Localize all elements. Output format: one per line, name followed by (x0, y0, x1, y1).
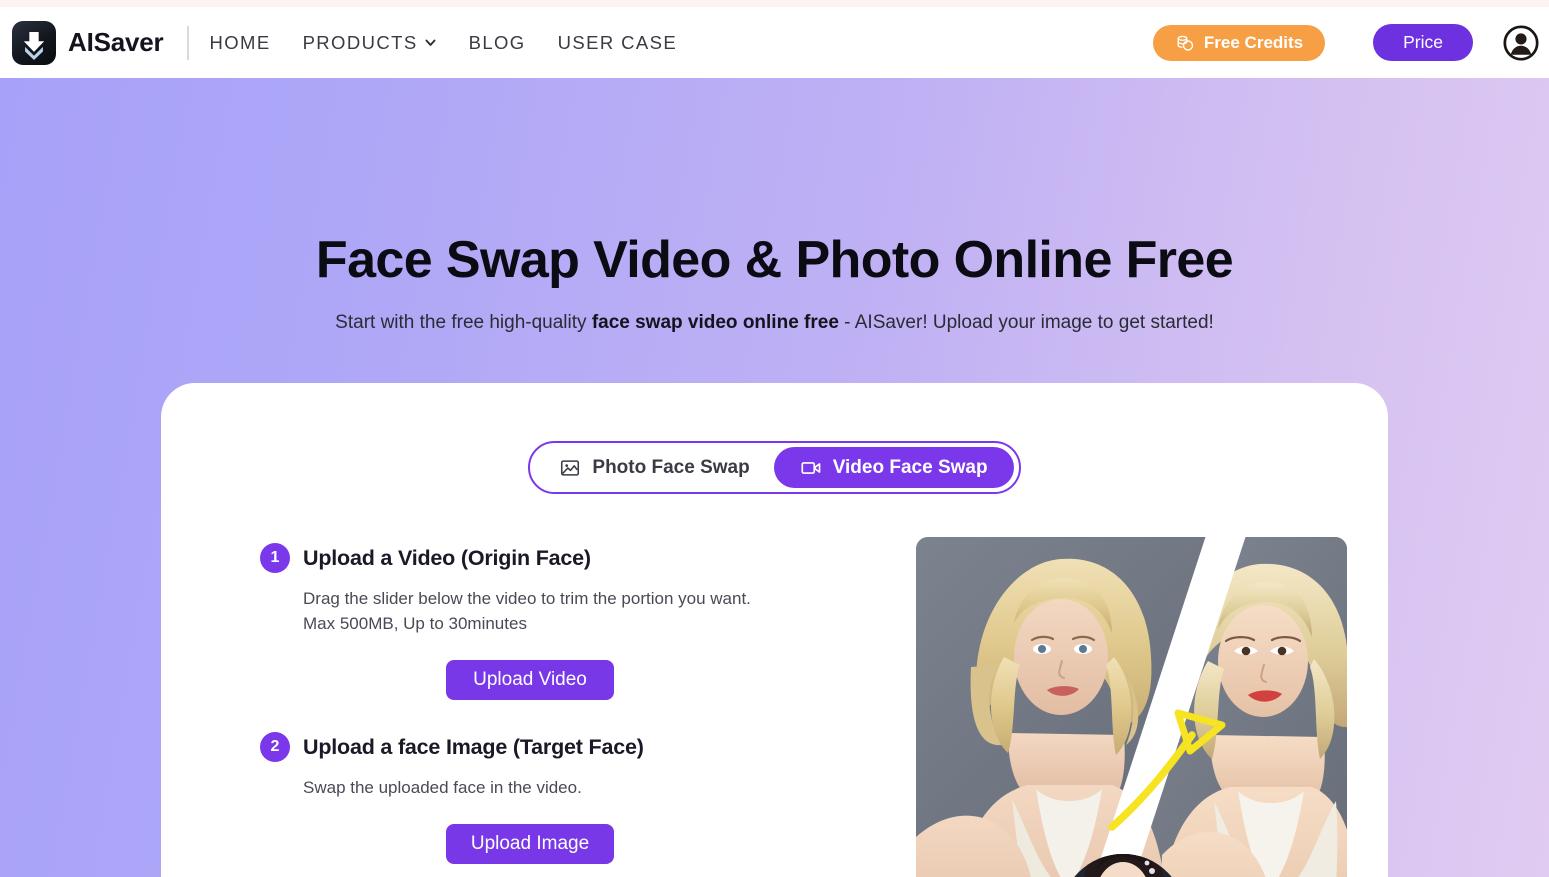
step-1-badge: 1 (260, 543, 290, 573)
brand-logo[interactable]: AISaver (12, 20, 164, 65)
chevron-down-icon (424, 36, 437, 49)
step-2-title: Upload a face Image (Target Face) (303, 734, 644, 759)
nav-item-user-case[interactable]: USER CASE (558, 32, 678, 54)
tab-label: Photo Face Swap (592, 456, 750, 478)
hero-subtitle-pre: Start with the free high-quality (335, 312, 592, 333)
price-label: Price (1403, 32, 1443, 52)
upload-video-button[interactable]: Upload Video (446, 660, 614, 701)
demo-column (821, 535, 1388, 877)
site-header: AISaver HOME PRODUCTS BLOG USER CASE Fre… (0, 7, 1549, 78)
page-root: AISaver HOME PRODUCTS BLOG USER CASE Fre… (0, 0, 1549, 877)
brand-name: AISaver (68, 27, 164, 57)
nav-item-label: BLOG (468, 31, 526, 53)
nav-item-home[interactable]: HOME (209, 32, 270, 54)
video-camera-icon (800, 457, 822, 479)
upload-image-button[interactable]: Upload Image (446, 824, 614, 865)
hero-subtitle-bold: face swap video online free (591, 312, 839, 333)
step-1-description: Drag the slider below the video to trim … (303, 586, 821, 636)
face-swap-mode-toggle: Photo Face Swap Video Face Swap (161, 441, 1388, 494)
steps-column: 1 Upload a Video (Origin Face) Drag the … (161, 535, 821, 877)
tab-label: Video Face Swap (832, 456, 988, 478)
tool-card: Photo Face Swap Video Face Swap 1 Upload… (161, 383, 1388, 877)
tab-photo-face-swap[interactable]: Photo Face Swap (535, 447, 773, 488)
free-credits-button[interactable]: Free Credits (1152, 24, 1326, 61)
header-divider (187, 25, 190, 60)
step-1-title: Upload a Video (Origin Face) (303, 545, 591, 570)
price-button[interactable]: Price (1373, 24, 1473, 61)
nav-item-label: USER CASE (557, 31, 678, 53)
step-1: 1 Upload a Video (Origin Face) Drag the … (260, 543, 821, 701)
free-credits-label: Free Credits (1203, 32, 1304, 52)
step-2: 2 Upload a face Image (Target Face) Swap… (260, 732, 821, 865)
image-icon (559, 457, 581, 479)
page-title: Face Swap Video & Photo Online Free (315, 231, 1234, 289)
nav-item-label: PRODUCTS (302, 31, 418, 53)
step-2-desc-line-1: Swap the uploaded face in the video. (303, 778, 582, 798)
header-actions: Free Credits Price (1152, 24, 1549, 61)
nav-item-label: HOME (209, 31, 271, 53)
step-1-desc-line-1: Drag the slider below the video to trim … (303, 589, 751, 608)
tab-video-face-swap[interactable]: Video Face Swap (773, 447, 1014, 488)
top-accent-strip (0, 0, 1549, 7)
step-1-header: 1 Upload a Video (Origin Face) (260, 543, 821, 573)
hero-subtitle-post: - AISaver! Upload your image to get star… (838, 312, 1214, 333)
user-avatar-icon[interactable] (1503, 24, 1539, 61)
coins-icon (1175, 33, 1195, 53)
hero-section: Face Swap Video & Photo Online Free Star… (0, 78, 1549, 877)
step-1-desc-line-2: Max 500MB, Up to 30minutes (303, 614, 527, 634)
hero-subtitle: Start with the free high-quality face sw… (0, 312, 1549, 334)
step-2-badge: 2 (260, 732, 290, 763)
download-arrow-logo-icon (12, 20, 56, 65)
nav-item-blog[interactable]: BLOG (469, 32, 526, 54)
face-swap-before-after-demo (916, 537, 1347, 877)
card-body: 1 Upload a Video (Origin Face) Drag the … (161, 535, 1388, 877)
toggle-container: Photo Face Swap Video Face Swap (528, 441, 1021, 494)
step-2-description: Swap the uploaded face in the video. (303, 775, 821, 800)
main-nav: HOME PRODUCTS BLOG USER CASE (209, 32, 677, 54)
step-2-header: 2 Upload a face Image (Target Face) (260, 732, 821, 763)
nav-item-products[interactable]: PRODUCTS (303, 32, 437, 54)
